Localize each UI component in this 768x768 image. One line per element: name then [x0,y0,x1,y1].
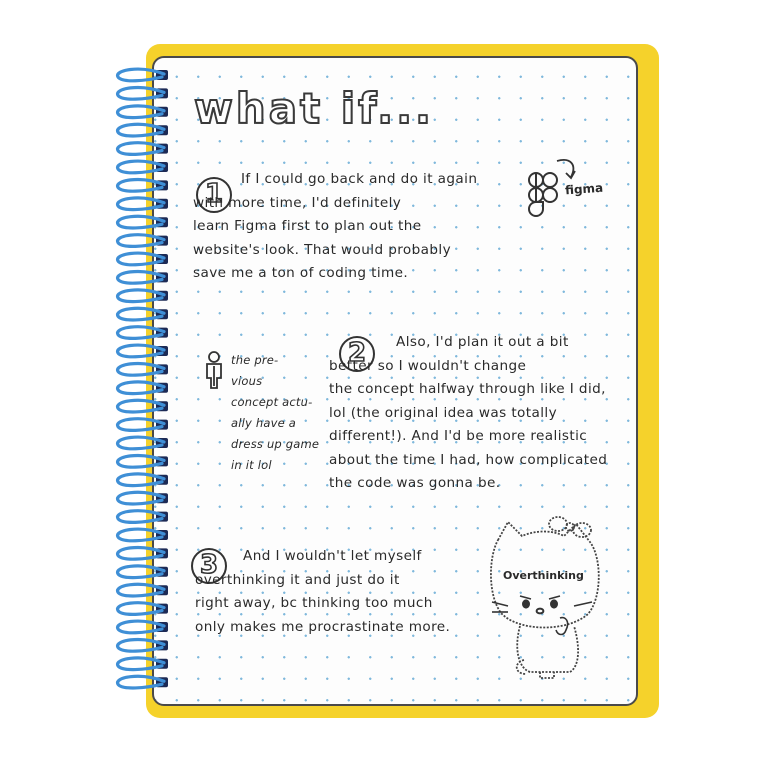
spiral-coil [116,306,168,322]
spiral-coil [116,325,168,340]
hello-kitty-doodle-icon [490,516,600,679]
spiral-coil [116,472,168,488]
spiral-coil [116,251,168,267]
notebook-stage: what if... 1 If I could go back and do i… [0,0,768,768]
spiral-coil [116,417,168,432]
spiral-coil [116,435,168,451]
overthinking-label: Overthinking [503,569,584,582]
spiral-coil [116,141,168,156]
spiral-binding-icon [116,67,168,690]
spiral-coil [116,214,168,230]
spiral-coil [116,85,168,101]
spiral-coil [116,159,168,175]
spiral-coil [116,196,168,212]
spiral-coil [116,380,168,396]
spiral-coil [116,490,168,506]
figma-label: figma [564,180,604,198]
spiral-coil [116,233,168,248]
spiral-coil [116,343,168,359]
spiral-coil [116,545,168,561]
spiral-coil [116,453,168,469]
spiral-coil [116,564,168,580]
spiral-coil [116,361,168,377]
spiral-coil [116,674,168,690]
spiral-coil [116,288,168,304]
spiral-coil [116,509,168,524]
side-note-text: the pre- vious concept actu- ally have a… [195,350,320,476]
curved-arrow-icon [556,159,576,180]
spiral-coil [116,398,168,414]
section-1-text: If I could go back and do it again with … [193,171,478,281]
page-title: what if... [193,83,434,134]
side-note-line-1: the pre- vious concept actu- ally have a… [231,353,320,472]
spiral-coil [116,104,168,120]
spiral-coil [116,269,168,285]
spiral-coil [116,637,168,653]
spiral-coil [116,527,168,543]
spiral-coil [116,656,168,672]
spiral-coil [116,601,168,616]
spiral-coil [116,122,168,138]
section-3-text: And I wouldn't let myself overthinking i… [195,548,451,635]
spiral-coil [116,619,168,635]
spiral-coil [116,582,168,598]
spiral-coil [116,67,168,83]
section-2-text: Also, I'd plan it out a bit better so I … [329,334,608,491]
spiral-coil [116,177,168,193]
